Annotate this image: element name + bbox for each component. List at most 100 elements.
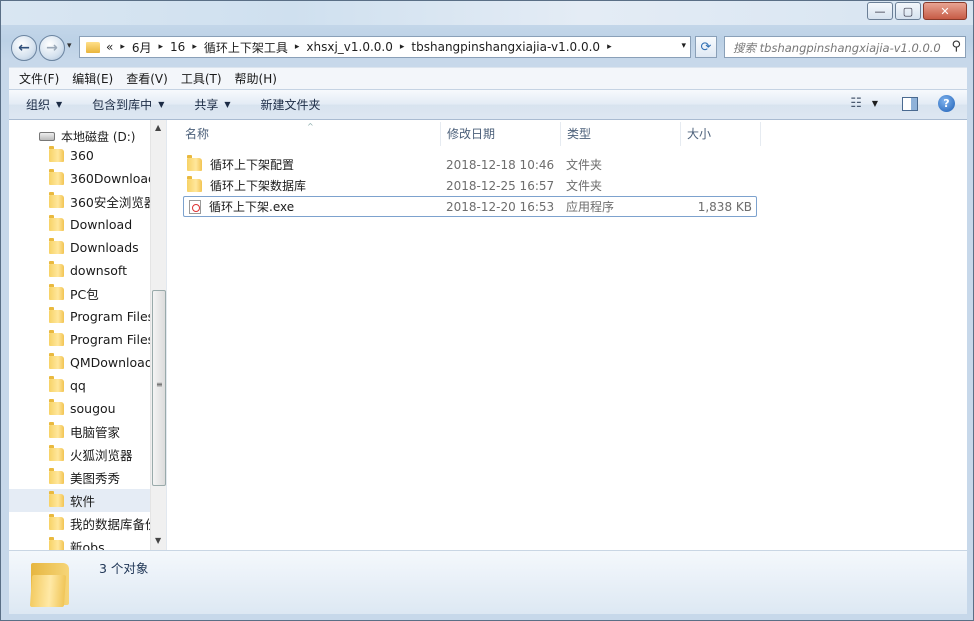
scroll-down-icon[interactable]: ▼	[155, 536, 161, 545]
file-list-pane: 名称 ^ 修改日期 类型 大小 循环上下架配置 2018-12-18 10:46…	[169, 120, 967, 550]
nav-item[interactable]: 新obs	[9, 535, 150, 550]
column-header-type[interactable]: 类型	[561, 122, 681, 146]
title-bar: — ▢ ✕	[1, 1, 973, 25]
view-options-icon[interactable]: ☷	[850, 96, 862, 111]
breadcrumb-item[interactable]: 16	[170, 40, 185, 54]
main-area: 本地磁盘 (D:) 360 360Downloads 360安全浏览器 Down…	[9, 120, 967, 550]
preview-pane-icon[interactable]	[902, 96, 918, 111]
scrollbar-thumb[interactable]: ≡	[152, 290, 166, 486]
address-dropdown-button[interactable]: ▾	[681, 41, 686, 51]
file-row[interactable]: 循环上下架数据库 2018-12-25 16:57 文件夹	[183, 175, 757, 196]
file-row-focused[interactable]: 循环上下架.exe 2018-12-20 16:53 应用程序 1,838 KB	[183, 196, 757, 217]
nav-item[interactable]: downsoft	[9, 259, 150, 282]
file-date: 2018-12-25 16:57	[446, 178, 555, 193]
file-type: 文件夹	[566, 158, 603, 172]
back-button[interactable]: ←	[11, 35, 37, 61]
nav-item-selected[interactable]: 软件	[9, 489, 150, 512]
folder-icon	[49, 445, 64, 461]
menu-help[interactable]: 帮助(H)	[235, 70, 277, 87]
recent-pages-dropdown[interactable]: ▾	[67, 41, 72, 51]
nav-item-label: 软件	[70, 494, 96, 509]
caret-down-icon: ▼	[56, 100, 63, 109]
column-name-label: 名称	[185, 127, 210, 141]
nav-item-label: sougou	[70, 401, 116, 416]
search-icon[interactable]: ⚲	[951, 39, 961, 54]
nav-item[interactable]: 美图秀秀	[9, 466, 150, 489]
nav-drive-d[interactable]: 本地磁盘 (D:)	[39, 126, 135, 146]
folder-icon	[49, 215, 64, 231]
new-folder-button[interactable]: 新建文件夹	[261, 96, 321, 113]
nav-item[interactable]: PC包	[9, 282, 150, 305]
file-row[interactable]: 循环上下架配置 2018-12-18 10:46 文件夹	[183, 154, 757, 175]
include-in-library-button[interactable]: 包含到库中 ▼	[92, 96, 164, 113]
nav-item[interactable]: 360安全浏览器	[9, 190, 156, 213]
nav-item[interactable]: 电脑管家	[9, 420, 150, 443]
column-header-date[interactable]: 修改日期	[441, 122, 561, 146]
navigation-pane: 本地磁盘 (D:) 360 360Downloads 360安全浏览器 Down…	[9, 120, 167, 550]
minimize-button[interactable]: —	[867, 2, 893, 20]
maximize-button[interactable]: ▢	[895, 2, 921, 20]
breadcrumb-separator[interactable]: ▸	[192, 42, 197, 52]
nav-item[interactable]: Program Files	[9, 305, 154, 328]
nav-item[interactable]: Download	[9, 213, 150, 236]
scroll-up-icon[interactable]: ▲	[155, 123, 161, 132]
forward-button[interactable]: →	[39, 35, 65, 61]
file-name: 循环上下架数据库	[210, 179, 307, 193]
refresh-button[interactable]: ⟳	[695, 36, 717, 58]
close-button[interactable]: ✕	[923, 2, 967, 20]
search-input[interactable]: 搜索 tbshangpinshangxiajia-v1.0.0.0 ⚲	[724, 36, 966, 58]
caret-down-icon: ▼	[158, 100, 165, 109]
menu-edit[interactable]: 编辑(E)	[72, 70, 113, 87]
column-header-size[interactable]: 大小	[681, 122, 761, 146]
exe-icon	[189, 199, 201, 214]
nav-item[interactable]: Downloads	[9, 236, 150, 259]
folder-icon	[49, 376, 64, 392]
breadcrumb-item[interactable]: tbshangpinshangxiajia-v1.0.0.0	[411, 40, 600, 54]
address-bar[interactable]: « ▸ 6月 ▸ 16 ▸ 循环上下架工具 ▸ xhsxj_v1.0.0.0 ▸…	[79, 36, 691, 58]
new-folder-label: 新建文件夹	[260, 98, 321, 112]
breadcrumb-separator[interactable]: ▸	[400, 42, 405, 52]
file-date: 2018-12-18 10:46	[446, 157, 555, 172]
folder-icon	[49, 169, 64, 185]
file-name-cell: 循环上下架.exe	[184, 198, 446, 215]
file-type: 文件夹	[566, 179, 603, 193]
folder-icon	[49, 192, 64, 208]
folder-icon	[187, 176, 202, 192]
share-button[interactable]: 共享 ▼	[194, 96, 230, 113]
nav-item-label: 电脑管家	[70, 425, 121, 440]
folder-icon	[49, 307, 64, 323]
nav-item[interactable]: 我的数据库备份	[9, 512, 158, 535]
breadcrumb-separator[interactable]: ▸	[295, 42, 300, 52]
folder-icon	[49, 468, 64, 484]
nav-scrollbar[interactable]: ▲ ≡ ▼	[150, 120, 166, 550]
nav-item[interactable]: qq	[9, 374, 150, 397]
caret-down-icon[interactable]: ▼	[872, 99, 878, 108]
file-size: 1,838 KB	[697, 199, 752, 214]
column-header-name[interactable]: 名称 ^	[179, 122, 441, 146]
menu-file[interactable]: 文件(F)	[19, 70, 59, 87]
nav-item-label: 360Downloads	[70, 171, 163, 186]
folder-icon	[49, 353, 64, 369]
help-icon[interactable]: ?	[938, 95, 955, 112]
nav-item[interactable]: Program Files	[9, 328, 154, 351]
breadcrumb-item[interactable]: 6月	[132, 39, 152, 56]
breadcrumb-overflow[interactable]: «	[106, 40, 113, 54]
object-count: 3 个对象	[99, 561, 149, 576]
nav-item-label: qq	[70, 378, 86, 393]
nav-item[interactable]: QMDownload	[9, 351, 153, 374]
menu-view[interactable]: 查看(V)	[126, 70, 168, 87]
nav-item[interactable]: sougou	[9, 397, 150, 420]
organize-button[interactable]: 组织 ▼	[26, 96, 62, 113]
menu-tools[interactable]: 工具(T)	[181, 70, 222, 87]
breadcrumb-separator[interactable]: ▸	[607, 42, 612, 52]
nav-item-label: Download	[70, 217, 133, 232]
nav-item[interactable]: 火狐浏览器	[9, 443, 150, 466]
folder-icon	[49, 491, 64, 507]
breadcrumb-item[interactable]: 循环上下架工具	[204, 39, 288, 56]
nav-item[interactable]: 360	[9, 144, 150, 167]
breadcrumb-separator[interactable]: ▸	[120, 42, 125, 52]
breadcrumb-separator[interactable]: ▸	[159, 42, 164, 52]
breadcrumb-item[interactable]: xhsxj_v1.0.0.0	[306, 40, 392, 54]
nav-item[interactable]: 360Downloads	[9, 167, 163, 190]
column-type-label: 类型	[567, 127, 592, 141]
